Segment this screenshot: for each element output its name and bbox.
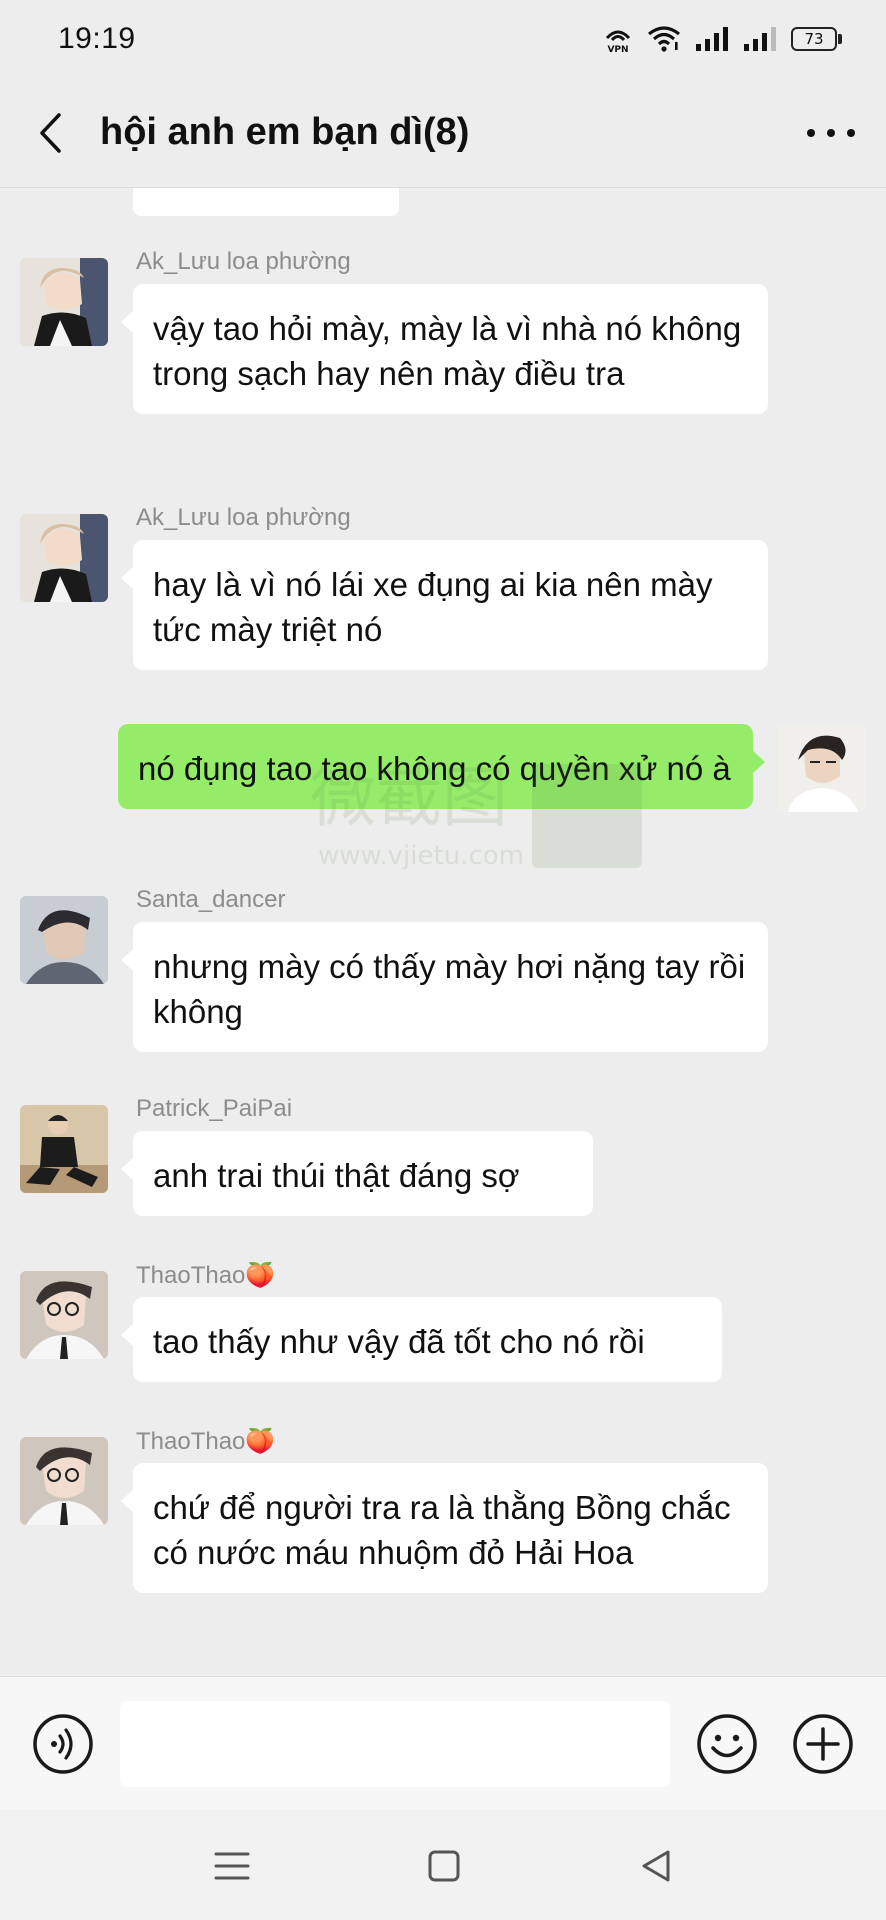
avatar[interactable] [20,1271,108,1359]
voice-icon[interactable] [32,1713,94,1775]
vpn-icon: VPN [605,30,631,54]
status-time: 19:19 [58,22,136,55]
sender-name: Santa_dancer [136,886,286,913]
menu-icon[interactable] [212,1846,252,1886]
battery-level: 73 [791,27,837,51]
signal-icon-2 [744,27,776,51]
vpn-label: VPN [607,45,628,54]
battery-icon: 73 [791,27,842,51]
message-bubble[interactable]: nó đụng tao tao không có quyền xử nó à [118,724,765,809]
message-bubble-partial[interactable] [133,188,399,216]
home-icon[interactable] [424,1846,464,1886]
more-dots-icon [807,128,815,137]
input-bar [0,1676,886,1810]
message-bubble[interactable]: chứ để người tra ra là thằng Bồng chắc c… [121,1463,768,1593]
message-input[interactable] [120,1701,670,1787]
avatar[interactable] [20,1437,108,1525]
avatar[interactable] [20,514,108,602]
chat-title: hội anh em bạn dì(8) [100,111,470,153]
emoji-icon[interactable] [696,1713,758,1775]
message-bubble[interactable]: vậy tao hỏi mày, mày là vì nhà nó không … [121,284,768,414]
sender-name: Patrick_PaiPai [136,1095,293,1122]
signal-icon [696,27,728,51]
back-button[interactable] [0,78,100,187]
chat-header: hội anh em bạn dì(8) [0,78,886,188]
more-options-button[interactable] [776,78,886,187]
message-bubble[interactable]: tao thấy như vậy đã tốt cho nó rồi [121,1297,722,1382]
avatar-self[interactable] [778,724,866,812]
message-bubble[interactable]: anh trai thúi thật đáng sợ [121,1131,593,1216]
system-nav-bar [0,1810,886,1920]
status-bar: 19:19 VPN 73 [0,0,886,78]
sender-name: Ak_Lưu loa phường [136,504,351,531]
sender-name: ThaoThao🍑 [136,1428,276,1455]
message-bubble[interactable]: nhưng mày có thấy mày hơi nặng tay rồi k… [121,922,768,1052]
avatar[interactable] [20,896,108,984]
wifi-icon [648,26,680,52]
status-icons: VPN 73 [603,24,842,54]
avatar[interactable] [20,1105,108,1193]
back-arrow-icon [40,112,61,153]
watermark-url: www.vjietu.com [318,841,524,871]
plus-icon[interactable] [792,1713,854,1775]
nav-back-icon[interactable] [636,1846,676,1886]
sender-name: Ak_Lưu loa phường [136,248,351,275]
message-bubble[interactable]: hay là vì nó lái xe đụng ai kia nên mày … [121,540,768,670]
avatar[interactable] [20,258,108,346]
message-list[interactable]: Ak_Lưu loa phường vậy tao hỏi mày, mày l… [0,188,886,1676]
sender-name: ThaoThao🍑 [136,1262,276,1289]
